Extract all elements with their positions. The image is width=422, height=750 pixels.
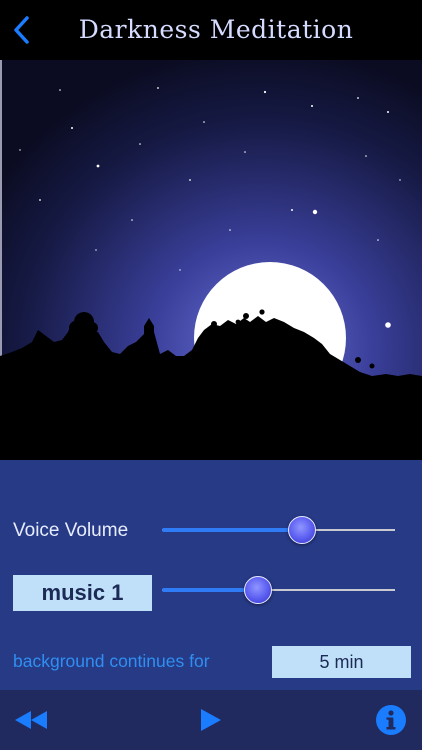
background-duration-label: background continues for <box>13 651 210 671</box>
page-title: Darkness Meditation <box>78 15 354 44</box>
voice-volume-slider[interactable] <box>162 515 395 545</box>
night-scene-illustration <box>0 60 422 460</box>
chevron-left-icon <box>14 16 29 44</box>
duration-select-button[interactable]: 5 min <box>272 646 411 678</box>
slider-thumb[interactable] <box>287 516 316 544</box>
back-button[interactable] <box>6 12 38 48</box>
slider-thumb[interactable] <box>243 576 272 604</box>
info-icon <box>376 705 406 735</box>
rewind-button[interactable] <box>12 704 50 736</box>
navigation-bar: Darkness Meditation <box>0 0 422 60</box>
voice-volume-label: Voice Volume <box>13 520 129 541</box>
controls-panel: Voice Volume music 1 background continue… <box>0 460 422 690</box>
play-button[interactable] <box>192 704 228 736</box>
play-icon <box>201 709 221 731</box>
slider-fill <box>162 528 302 532</box>
music-select-button[interactable]: music 1 <box>13 575 152 611</box>
music-volume-slider[interactable] <box>162 575 395 605</box>
rewind-icon <box>15 711 47 729</box>
bottom-toolbar <box>0 690 422 750</box>
info-button[interactable] <box>373 703 409 737</box>
